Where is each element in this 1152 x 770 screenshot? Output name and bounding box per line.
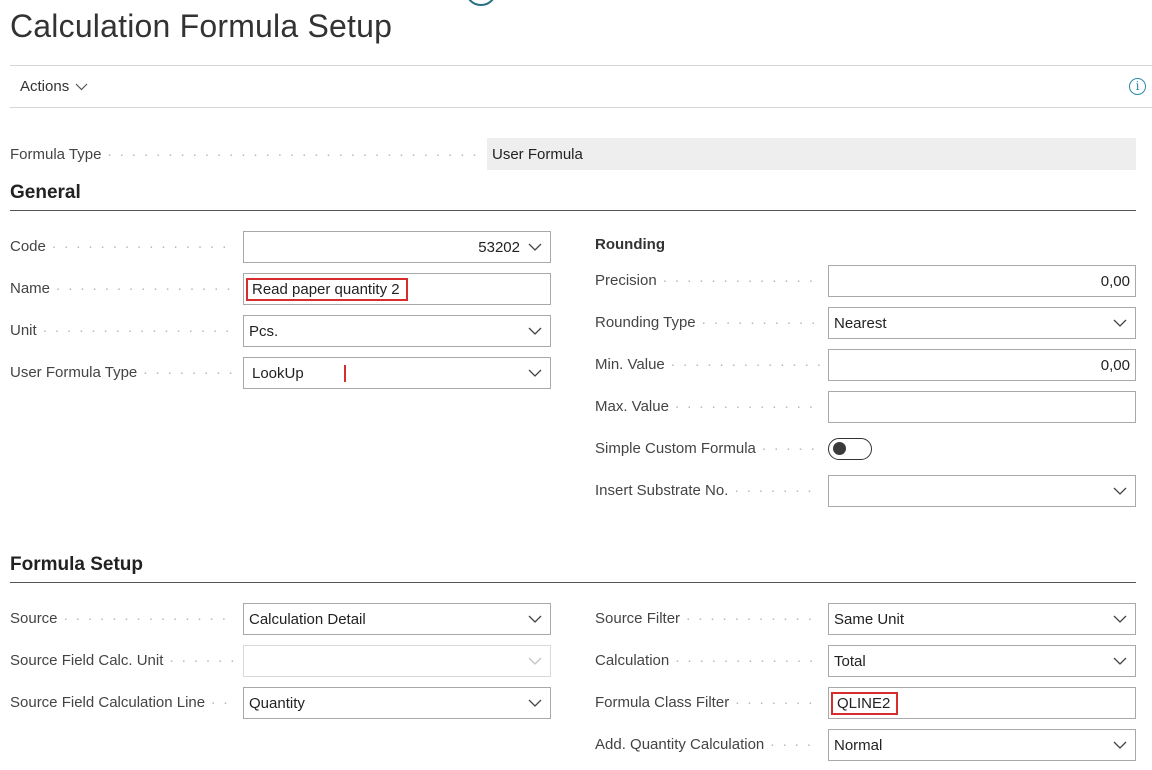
unit-value: Pcs. — [249, 322, 279, 340]
calculation-label: Calculation — [595, 652, 820, 669]
formula-type-value: User Formula — [492, 145, 583, 163]
formula-setup-divider — [10, 582, 1136, 583]
max-value-label: Max. Value — [595, 398, 820, 415]
info-icon[interactable]: i — [1129, 78, 1146, 95]
precision-value: 0,00 — [1100, 272, 1130, 290]
user-formula-type-label: User Formula Type — [10, 364, 235, 381]
user-formula-type-value: LookUp — [249, 364, 346, 382]
source-filter-value: Same Unit — [834, 610, 905, 628]
unit-field[interactable]: Pcs. — [243, 315, 551, 347]
chevron-down-icon — [75, 78, 88, 95]
precision-label: Precision — [595, 272, 820, 289]
chevron-down-icon[interactable] — [1113, 484, 1127, 498]
source-field-calculation-line-field[interactable]: Quantity — [243, 687, 551, 719]
name-label: Name — [10, 280, 235, 297]
precision-field[interactable]: 0,00 — [828, 265, 1136, 297]
max-value-field[interactable] — [828, 391, 1136, 423]
min-value-field[interactable]: 0,00 — [828, 349, 1136, 381]
add-quantity-calculation-label: Add. Quantity Calculation — [595, 736, 820, 753]
general-heading: General — [10, 182, 81, 203]
chevron-down-icon[interactable] — [1113, 738, 1127, 752]
source-field-calc-unit-label: Source Field Calc. Unit — [10, 652, 235, 669]
rounding-heading: Rounding — [595, 236, 665, 253]
insert-substrate-no-field[interactable] — [828, 475, 1136, 507]
source-field-calculation-line-label: Source Field Calculation Line — [10, 694, 235, 711]
formula-type-field: User Formula — [487, 138, 1136, 170]
actions-label: Actions — [20, 78, 70, 95]
chevron-down-icon[interactable] — [1113, 612, 1127, 626]
chevron-down-icon[interactable] — [528, 696, 542, 710]
name-field[interactable]: Read paper quantity 2 — [243, 273, 551, 305]
source-filter-field[interactable]: Same Unit — [828, 603, 1136, 635]
code-field[interactable]: 53202 — [243, 231, 551, 263]
min-value-label: Min. Value — [595, 356, 820, 373]
decorative-circle — [465, 0, 497, 6]
general-divider — [10, 210, 1136, 211]
actions-menu-button[interactable]: Actions — [20, 78, 88, 95]
unit-label: Unit — [10, 322, 235, 339]
code-value: 53202 — [478, 238, 520, 256]
source-value: Calculation Detail — [249, 610, 366, 628]
formula-type-label: Formula Type — [10, 146, 480, 163]
rounding-type-field[interactable]: Nearest — [828, 307, 1136, 339]
rounding-type-label: Rounding Type — [595, 314, 820, 331]
header-divider — [10, 65, 1152, 66]
formula-class-filter-value: QLINE2 — [831, 691, 899, 715]
name-value: Read paper quantity 2 — [246, 277, 408, 301]
page-title: Calculation Formula Setup — [10, 8, 393, 44]
rounding-type-value: Nearest — [834, 314, 887, 332]
simple-custom-formula-toggle[interactable] — [828, 438, 872, 460]
add-quantity-calculation-value: Normal — [834, 736, 883, 754]
source-field[interactable]: Calculation Detail — [243, 603, 551, 635]
formula-class-filter-field[interactable]: QLINE2 — [828, 687, 1136, 719]
source-field-calc-unit-field[interactable] — [243, 645, 551, 677]
chevron-down-icon[interactable] — [1113, 316, 1127, 330]
min-value-value: 0,00 — [1100, 356, 1130, 374]
add-quantity-calculation-field[interactable]: Normal — [828, 729, 1136, 761]
chevron-down-icon[interactable] — [1113, 654, 1127, 668]
simple-custom-formula-label: Simple Custom Formula — [595, 440, 820, 457]
toolbar-divider — [10, 107, 1152, 108]
calculation-value: Total — [834, 652, 866, 670]
user-formula-type-field[interactable]: LookUp — [243, 357, 551, 389]
source-label: Source — [10, 610, 235, 627]
code-label: Code — [10, 238, 235, 255]
source-field-calculation-line-value: Quantity — [249, 694, 305, 712]
chevron-down-icon[interactable] — [528, 612, 542, 626]
chevron-down-icon[interactable] — [528, 240, 542, 254]
formula-setup-heading: Formula Setup — [10, 554, 144, 575]
source-filter-label: Source Filter — [595, 610, 820, 627]
formula-class-filter-label: Formula Class Filter — [595, 694, 820, 711]
calculation-field[interactable]: Total — [828, 645, 1136, 677]
chevron-down-icon[interactable] — [528, 654, 542, 668]
insert-substrate-no-label: Insert Substrate No. — [595, 482, 820, 499]
chevron-down-icon[interactable] — [528, 366, 542, 380]
chevron-down-icon[interactable] — [528, 324, 542, 338]
